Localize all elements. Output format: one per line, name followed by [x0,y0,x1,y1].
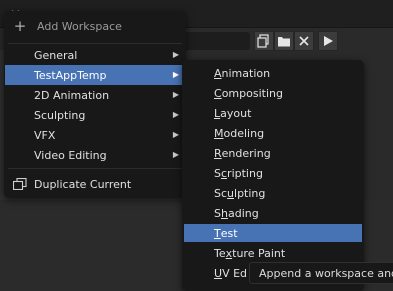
label-part: ripting [227,166,263,180]
submenu-item-scripting[interactable]: Sc ripting [184,164,362,182]
submenu-item-test[interactable]: Test [184,224,362,242]
submenu-arrow-icon: ▶ [172,90,179,99]
label-part: S [214,206,221,220]
submenu-item-compositing[interactable]: Compositing [184,84,362,102]
menu-header: + Add Workspace [4,11,186,41]
label-part: ture Paint [232,246,286,260]
label-part: U [214,266,223,280]
submenu-arrow-icon: ▶ [172,130,179,139]
label-part: T [214,226,221,240]
copy-icon[interactable] [254,31,274,51]
submenu-item-shading[interactable]: Sh ading [184,204,362,222]
menu-item-sculpting[interactable]: Sculpting ▶ [5,105,185,125]
label-part: est [220,226,238,240]
file-toolbar [252,31,393,51]
submenu-item-layout[interactable]: Layout [184,104,362,122]
submenu-item-animation[interactable]: Animation [184,64,362,82]
label-part: M [214,126,224,140]
menu-title: Add Workspace [37,19,122,33]
menu-item-label: Duplicate Current [34,177,132,191]
label-part: V Ed [222,266,248,280]
tooltip: Append a workspace and m [249,262,393,284]
submenu-arrow-icon: ▶ [172,110,179,119]
label-part: ading [227,206,259,220]
menu-item-vfx[interactable]: VFX ▶ [5,125,185,145]
submenu-arrow-icon: ▶ [172,150,179,159]
submenu-arrow-icon: ▶ [172,70,179,79]
label-part: Te [214,246,226,260]
add-workspace-menu: + Add Workspace General ▶ TestAppTemp ▶ … [4,11,186,198]
menu-item-label: Sculpting [34,108,86,122]
folder-icon[interactable] [274,31,294,51]
submenu-item-rendering[interactable]: Rendering [184,144,362,162]
label-part: u [227,186,235,200]
divider [8,168,182,169]
menu-item-label: 2D Animation [34,88,110,102]
clear-icon[interactable] [294,31,314,51]
submenu-item-modeling[interactable]: Modeling [184,124,362,142]
label-part: ayout [220,106,252,120]
divider [8,43,182,44]
submenu-item-texture-paint[interactable]: Te x ture Paint [184,244,362,262]
submenu-item-sculpting[interactable]: Sc u lpting [184,184,362,202]
label-part: lpting [234,186,266,200]
menu-item-label: General [34,48,78,62]
menu-item-label: Video Editing [34,148,107,162]
label-part: Sc [214,186,228,200]
label-part: odeling [223,126,265,140]
menu-item-general[interactable]: General ▶ [5,45,185,65]
label-part: A [214,66,222,80]
label-part: R [214,146,222,160]
menu-item-2d-animation[interactable]: 2D Animation ▶ [5,85,185,105]
label-part: ompositing [221,86,283,100]
label-part: endering [221,146,271,160]
label-part: h [220,206,228,220]
plus-icon: + [13,17,27,35]
menu-item-label: TestAppTemp [34,68,107,82]
label-part: nimation [221,66,271,80]
duplicate-icon [12,177,27,191]
label-part: S [214,166,221,180]
submenu-arrow-icon: ▶ [172,50,179,59]
menu-item-label: VFX [34,128,56,142]
label-part: C [214,86,222,100]
play-icon[interactable] [318,31,338,51]
menu-item-video-editing[interactable]: Video Editing ▶ [5,145,185,165]
menu-item-testapptemp[interactable]: TestAppTemp ▶ [5,65,185,85]
duplicate-current-button[interactable]: Duplicate Current [5,174,185,194]
workspace-submenu: Animation Compositing Layout Modeling Re… [182,60,364,291]
